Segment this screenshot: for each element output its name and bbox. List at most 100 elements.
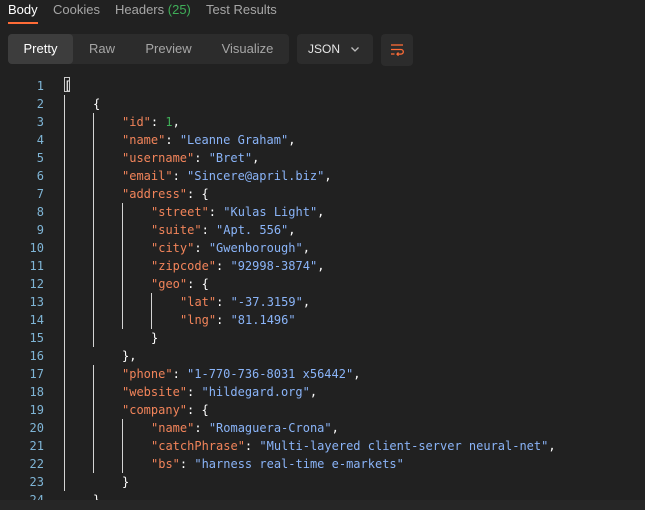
json-punctuation: : { bbox=[187, 277, 209, 291]
line-number: 12 bbox=[29, 277, 44, 291]
code-line: 5 "username": "Bret", bbox=[0, 149, 645, 167]
indent-guide bbox=[122, 455, 123, 473]
json-punctuation: , bbox=[317, 259, 325, 273]
line-number: 4 bbox=[36, 133, 44, 147]
response-body-editor[interactable]: 1[ 2 {3 "id": 1, 4 "name": "Leanne Graham", 5 "… bbox=[0, 76, 645, 500]
view-mode-preview[interactable]: Preview bbox=[131, 34, 206, 64]
indent-guide bbox=[64, 455, 65, 473]
code-line: 1[ bbox=[0, 77, 645, 95]
tab-cookies[interactable]: Cookies bbox=[53, 2, 100, 17]
code-text: "name": "Leanne Graham", bbox=[122, 131, 295, 149]
view-mode-pretty[interactable]: Pretty bbox=[8, 34, 73, 64]
json-punctuation: } bbox=[122, 475, 130, 489]
code-line: 7 "address": { bbox=[0, 185, 645, 203]
headers-count-badge: (25) bbox=[167, 2, 191, 17]
json-key: "geo" bbox=[151, 277, 188, 291]
json-punctuation: , bbox=[353, 367, 361, 381]
code-text: "email": "Sincere@april.biz", bbox=[122, 167, 332, 185]
json-punctuation: , bbox=[548, 439, 556, 453]
indent-guide bbox=[93, 131, 94, 149]
indent-guide bbox=[64, 329, 65, 347]
line-number: 22 bbox=[29, 457, 44, 471]
indent-guide bbox=[93, 383, 94, 401]
json-string: "harness real-time e-markets" bbox=[194, 457, 404, 471]
code-line: 10 "city": "Gwenborough", bbox=[0, 239, 645, 257]
json-punctuation: : bbox=[179, 457, 195, 471]
indent-guide bbox=[122, 221, 123, 239]
json-punctuation: : bbox=[187, 385, 202, 399]
tab-test-results[interactable]: Test Results bbox=[206, 2, 277, 17]
json-key: "bs" bbox=[151, 457, 180, 471]
json-key: "name" bbox=[122, 133, 166, 147]
indent-guide bbox=[64, 221, 65, 239]
json-key: "lng" bbox=[180, 313, 217, 327]
json-punctuation: , bbox=[172, 115, 180, 129]
line-number: 18 bbox=[29, 385, 44, 399]
indent-guide bbox=[93, 401, 94, 419]
code-text: "geo": { bbox=[151, 275, 209, 293]
indent-guide bbox=[93, 437, 94, 455]
json-punctuation: : bbox=[172, 367, 188, 381]
json-key: "lat" bbox=[180, 295, 217, 309]
line-number: 7 bbox=[36, 187, 44, 201]
indent-guide bbox=[64, 239, 65, 257]
indent-guide bbox=[93, 257, 94, 275]
indent-guide bbox=[122, 275, 123, 293]
indent-guide bbox=[93, 275, 94, 293]
line-number: 11 bbox=[29, 259, 44, 273]
json-punctuation: , bbox=[302, 295, 311, 309]
code-line: 20 "name": "Romaguera-Crona", bbox=[0, 419, 645, 437]
json-punctuation: : bbox=[216, 259, 231, 273]
code-line: 17 "phone": "1-770-736-8031 x56442", bbox=[0, 365, 645, 383]
json-string: "Gwenborough" bbox=[208, 241, 303, 255]
json-string: "hildegard.org" bbox=[201, 385, 310, 399]
indent-guide bbox=[64, 311, 65, 329]
line-number: 21 bbox=[29, 439, 44, 453]
code-text: "username": "Bret", bbox=[122, 149, 259, 167]
wrap-lines-button[interactable] bbox=[381, 34, 413, 66]
line-number: 15 bbox=[29, 331, 44, 345]
code-line: 13 "lat": "-37.3159", bbox=[0, 293, 645, 311]
indent-guide bbox=[93, 455, 94, 473]
indent-guide bbox=[64, 185, 65, 203]
json-key: "phone" bbox=[122, 367, 173, 381]
indent-guide bbox=[64, 275, 65, 293]
format-select-value: JSON bbox=[308, 42, 341, 56]
json-punctuation: }, bbox=[122, 349, 137, 363]
line-number: 3 bbox=[36, 115, 44, 129]
code-text: "bs": "harness real-time e-markets" bbox=[151, 455, 404, 473]
json-key: "street" bbox=[151, 205, 209, 219]
json-string: "Bret" bbox=[208, 151, 253, 165]
line-number: 8 bbox=[36, 205, 44, 219]
line-number: 2 bbox=[36, 97, 44, 111]
json-punctuation: : bbox=[150, 115, 166, 129]
json-punctuation: , bbox=[324, 169, 332, 183]
json-key: "suite" bbox=[151, 223, 202, 237]
json-punctuation: } bbox=[151, 331, 159, 345]
view-mode-raw[interactable]: Raw bbox=[73, 34, 131, 64]
indent-guide bbox=[64, 365, 65, 383]
indent-guide bbox=[93, 149, 94, 167]
code-line: 6 "email": "Sincere@april.biz", bbox=[0, 167, 645, 185]
line-number: 24 bbox=[29, 493, 44, 500]
code-text: "id": 1, bbox=[122, 113, 180, 131]
json-punctuation: : bbox=[201, 223, 217, 237]
tab-headers[interactable]: Headers (25) bbox=[115, 2, 191, 17]
indent-guide bbox=[93, 293, 94, 311]
json-punctuation: : { bbox=[187, 187, 209, 201]
json-key: "website" bbox=[122, 385, 188, 399]
json-string: "Multi-layered client-server neural-net" bbox=[259, 439, 549, 453]
json-punctuation: , bbox=[302, 241, 310, 255]
tab-body[interactable]: Body bbox=[8, 2, 38, 17]
indent-guide bbox=[64, 149, 65, 167]
json-punctuation: { bbox=[93, 97, 101, 111]
indent-guide bbox=[93, 329, 94, 347]
indent-guide bbox=[93, 221, 94, 239]
view-mode-visualize[interactable]: Visualize bbox=[206, 34, 289, 64]
json-key: "company" bbox=[122, 403, 188, 417]
indent-guide bbox=[93, 365, 94, 383]
chevron-down-icon bbox=[351, 47, 359, 52]
format-select[interactable]: JSON bbox=[297, 34, 373, 64]
json-punctuation: : bbox=[244, 439, 260, 453]
indent-guide bbox=[122, 239, 123, 257]
